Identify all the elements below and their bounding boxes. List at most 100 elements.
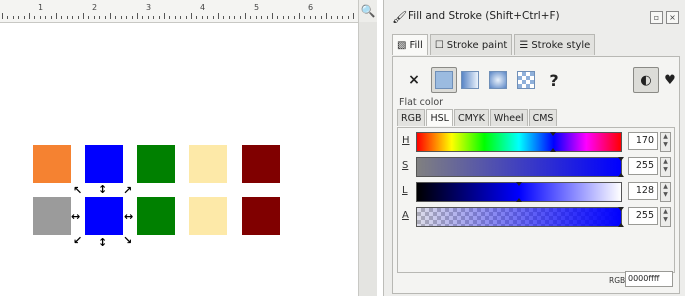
scale-handle-sw-icon[interactable]: ↙ <box>73 235 82 246</box>
slider-marker <box>550 148 557 152</box>
hue-field[interactable]: 170 <box>628 132 658 150</box>
hue-slider[interactable] <box>416 132 622 152</box>
canvas[interactable]: 1 2 3 4 5 6 ↖ ↕ ↗ ↔ ↔ ↙ ↕ ↘ <box>0 0 358 296</box>
orange-square[interactable] <box>33 145 71 183</box>
ruler-tick <box>2 13 3 19</box>
radial-gradient-icon <box>489 71 507 89</box>
radial-gradient-button[interactable] <box>485 67 511 93</box>
ruler-tick <box>331 16 333 19</box>
hue-spin-buttons[interactable]: ▲ ▼ <box>660 132 671 152</box>
maroon-square[interactable] <box>242 145 280 183</box>
saturation-slider[interactable] <box>416 157 624 177</box>
fill-icon: ▧ <box>397 39 407 51</box>
ruler-tick <box>218 13 219 19</box>
ruler-tick <box>120 16 122 19</box>
blue-square[interactable] <box>85 145 123 183</box>
scale-handle-e-icon[interactable]: ↔ <box>124 211 133 222</box>
scale-handle-w-icon[interactable]: ↔ <box>71 211 80 222</box>
flat-color-button[interactable] <box>431 67 457 93</box>
dialog-titlebar[interactable]: 🖌 Fill and Stroke (Shift+Ctrl+F) ▫ × <box>384 6 685 28</box>
scale-handle-se-icon[interactable]: ↘ <box>123 235 132 246</box>
green-square[interactable] <box>137 145 175 183</box>
ruler-tick <box>99 16 101 19</box>
scale-handle-nw-icon[interactable]: ↖ <box>73 185 82 196</box>
lightness-slider[interactable] <box>416 182 622 202</box>
unset-paint-button[interactable]: ? <box>541 67 567 93</box>
tab-label: Fill <box>409 39 423 51</box>
maroon-square[interactable] <box>242 197 280 235</box>
ruler-tick <box>61 16 63 19</box>
saturation-spin-buttons[interactable]: ▲ ▼ <box>660 157 671 177</box>
fill-panel: × ? ◐ ♥ Flat color RGB HSL CMYK Wheel CM… <box>392 56 680 294</box>
ruler-tick <box>137 13 138 19</box>
cream-square[interactable] <box>189 197 227 235</box>
fill-stroke-dialog: 🖌 Fill and Stroke (Shift+Ctrl+F) ▫ × ▧ F… <box>383 0 685 296</box>
tab-cms[interactable]: CMS <box>528 109 558 126</box>
alpha-field[interactable]: 255 <box>628 207 658 225</box>
ruler-tick <box>142 16 144 19</box>
ruler-tick <box>309 16 311 19</box>
ruler-tick <box>39 16 41 19</box>
ruler-tick <box>234 16 236 19</box>
ruler-tick <box>255 16 257 19</box>
slider-marker <box>618 157 624 161</box>
scale-handle-ne-icon[interactable]: ↗ <box>123 185 132 196</box>
tab-stroke-style[interactable]: ☰ Stroke style <box>514 34 596 55</box>
ruler-tick <box>239 16 241 19</box>
cream-square[interactable] <box>189 145 227 183</box>
selected-blue-square[interactable] <box>85 197 123 235</box>
lightness-field[interactable]: 128 <box>628 182 658 200</box>
slider-marker <box>550 132 557 136</box>
flat-color-label: Flat color <box>399 97 444 108</box>
scale-handle-s-icon[interactable]: ↕ <box>98 237 107 248</box>
stroke-style-icon: ☰ <box>519 39 529 51</box>
tab-hsl[interactable]: HSL <box>426 109 453 126</box>
alpha-spin-buttons[interactable]: ▲ ▼ <box>660 207 671 227</box>
ruler-tick <box>12 16 14 19</box>
ruler-tick <box>347 16 349 19</box>
ruler-tick <box>245 13 246 19</box>
tab-fill[interactable]: ▧ Fill <box>392 34 428 55</box>
alpha-slider[interactable] <box>416 207 624 227</box>
slider-marker <box>618 207 624 211</box>
ruler-number: 4 <box>200 3 206 12</box>
tab-cmyk[interactable]: CMYK <box>453 109 489 126</box>
scale-handle-n-icon[interactable]: ↕ <box>98 184 107 195</box>
ruler-tick <box>185 16 187 19</box>
tab-label: Stroke style <box>531 39 591 51</box>
dock-button[interactable]: ▫ <box>650 11 663 24</box>
linear-gradient-button[interactable] <box>457 67 483 93</box>
ruler-tick <box>169 16 171 19</box>
ruler-tick <box>320 16 322 19</box>
tab-rgb[interactable]: RGB <box>397 109 426 126</box>
ruler-tick <box>288 16 290 19</box>
flat-color-icon <box>435 71 453 89</box>
fill-stroke-icon: 🖌 <box>392 10 408 24</box>
ruler-tick <box>164 13 165 19</box>
green-square[interactable] <box>137 197 175 235</box>
close-icon[interactable]: × <box>666 11 679 24</box>
gray-square[interactable] <box>33 197 71 235</box>
color-mode-tabs: RGB HSL CMYK Wheel CMS <box>397 109 558 127</box>
tab-stroke-paint[interactable]: ☐ Stroke paint <box>429 34 513 55</box>
lightness-spin-buttons[interactable]: ▲ ▼ <box>660 182 671 202</box>
pattern-button[interactable] <box>513 67 539 93</box>
ruler-tick <box>212 16 214 19</box>
fill-rule-evenodd-icon[interactable]: ◐ <box>633 67 659 93</box>
ruler-tick <box>45 16 47 19</box>
rgba-field[interactable]: 0000ffff <box>625 271 673 287</box>
ruler-tick <box>207 16 209 19</box>
ruler-tick <box>250 16 252 19</box>
zoom-icon[interactable]: 🔍 <box>358 0 377 22</box>
ruler-tick <box>180 16 182 19</box>
tab-wheel[interactable]: Wheel <box>489 109 528 126</box>
ruler-tick <box>126 16 128 19</box>
ruler-number: 2 <box>92 3 98 12</box>
no-paint-button[interactable]: × <box>401 67 427 93</box>
saturation-field[interactable]: 255 <box>628 157 658 175</box>
fill-rule-nonzero-icon[interactable]: ♥ <box>657 67 683 93</box>
saturation-label: S <box>402 160 409 171</box>
vertical-scrollbar[interactable] <box>358 22 377 296</box>
horizontal-ruler[interactable]: 1 2 3 4 5 6 <box>0 0 358 23</box>
ruler-tick <box>326 13 327 19</box>
